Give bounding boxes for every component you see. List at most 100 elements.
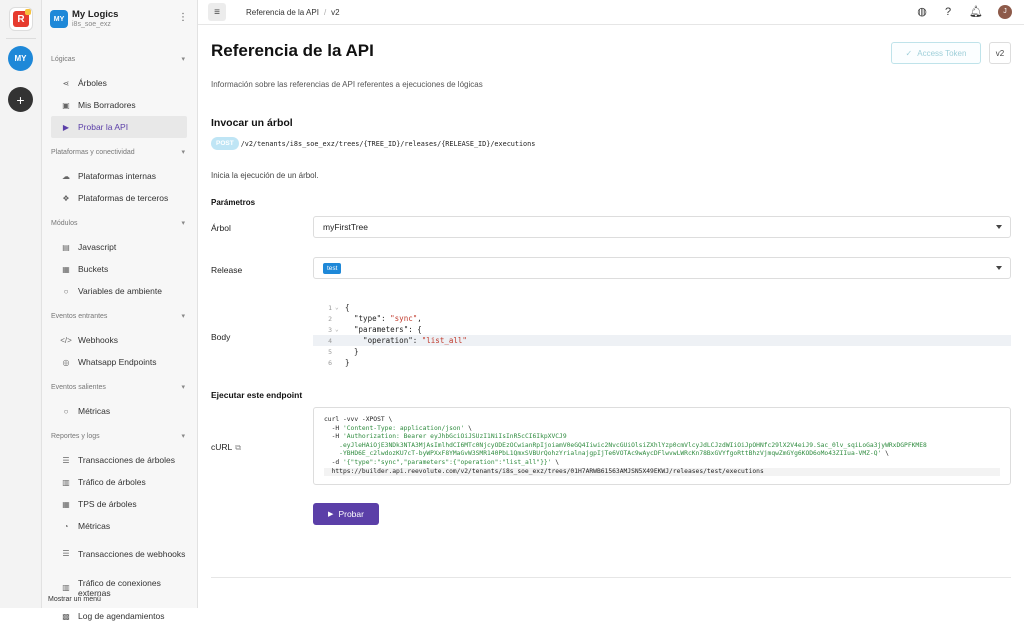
sidebar-item[interactable]: ◎ Whatsapp Endpoints [51,351,187,373]
sidebar-item-label: Mis Borradores [78,100,136,110]
sidebar-item[interactable]: ☰ Transacciones de webhooks [51,537,187,571]
line-number: 3 [328,325,332,334]
image-icon: ▣ [62,100,70,110]
curl-token: https://builder.api.reevolute.com/v2/ten… [324,467,764,475]
user-avatar[interactable]: J [998,5,1012,19]
app-logo[interactable]: R [9,7,33,31]
release-select[interactable]: test [313,257,1011,279]
chart-icon: ▥ [62,583,70,592]
sidebar-item[interactable]: ▣ Mis Borradores [51,94,187,116]
sidebar-section-header[interactable]: Módulos ▾ [42,214,198,236]
help-icon[interactable]: ? [941,5,955,19]
sidebar-item[interactable]: ▦ Buckets [51,258,187,280]
sidebar-item[interactable]: ☰ Transacciones de árboles [51,449,187,471]
tree-select[interactable]: myFirstTree [313,216,1011,238]
curl-string: 'Content-Type: application/json' [342,424,465,432]
curl-token: \ [881,450,889,458]
page-description: Información sobre las referencias de API… [211,80,483,89]
line-number: 2 [328,314,332,323]
code-line: 2 "type": "sync", [313,313,1011,324]
code-token: , [417,314,422,323]
sidebar-item-label: Javascript [78,242,117,252]
sidebar-item[interactable]: ▤ Javascript [51,236,187,258]
curl-token: -d [324,458,343,466]
release-tag: test [323,262,342,274]
fold-icon[interactable]: ⌄ [335,304,345,311]
code-string: "sync" [390,314,418,323]
sidebar-item[interactable]: ○ Variables de ambiente [51,280,187,302]
sidebar-item[interactable]: ▥ Tráfico de árboles [51,471,187,493]
code-line: 6} [313,357,1011,368]
cloud-icon: ☁ [62,171,70,181]
sidebar-item[interactable]: ❖ Plataformas de terceros [51,187,187,209]
kebab-menu-icon[interactable]: ⋮ [178,12,188,23]
sidebar-item-label: Transacciones de webhooks [78,549,186,559]
add-workspace-button[interactable]: + [8,87,33,112]
chevron-down-icon: ▾ [181,313,185,320]
sidebar-item[interactable]: ▶ Probar la API [51,116,187,138]
curl-label-group: cURL ⧉ [211,442,241,453]
line-number: 6 [328,358,332,367]
sidebar-section-header[interactable]: Reportes y logs ▾ [42,427,198,449]
line-number: 1 [328,303,332,312]
code-line: 4 "operation": "list_all" [313,335,1011,346]
sidebar-nav: Lógicas ▾ ⋖ Árboles ▣ Mis Borradores ▶ Probar l… [42,50,198,632]
sidebar-section-title: Módulos [51,220,78,227]
support-headset-icon[interactable]: ◍ [915,5,929,19]
code-token: { [345,303,350,312]
sidebar-section-header[interactable]: Eventos entrantes ▾ [42,307,198,329]
workspace-avatar[interactable]: MY [8,46,33,71]
copy-icon[interactable]: ⧉ [235,443,241,452]
sidebar-item[interactable]: ○ Métricas [51,400,187,422]
sidebar-section-title: Lógicas [51,56,76,63]
sidebar-item[interactable]: ◔ Métricas [51,515,187,537]
code-text: } [345,347,359,356]
code-text: "operation": "list_all" [345,336,467,345]
code-text: } [345,358,350,367]
sidebar-item[interactable]: ▦ TPS de árboles [51,493,187,515]
file-icon: ▤ [62,242,70,252]
sidebar-item-label: TPS de árboles [78,499,137,509]
sidebar: MY My Logics i8s_soe_exz ⋮ Lógicas ▾ ⋖ Árbo… [42,0,198,621]
breadcrumb-item-version: v2 [331,8,340,17]
sidebar-item[interactable]: ▩ Log de agendamientos [51,605,187,627]
execute-endpoint-title: Ejecutar este endpoint [211,390,303,400]
list-icon: ☰ [62,455,70,465]
release-label: Release [211,265,243,275]
sidebar-section-header[interactable]: Lógicas ▾ [42,50,198,72]
rail-divider [6,38,36,39]
project-name: My Logics [72,9,119,20]
sidebar-item[interactable]: </> Webhooks [51,329,187,351]
curl-token: curl -vvv -XPOST \ [324,416,393,423]
fold-icon[interactable]: ⌄ [335,326,345,333]
sidebar-item-label: Buckets [78,264,109,274]
sidebar-item[interactable]: ⋖ Árboles [51,72,187,94]
project-switcher[interactable]: MY My Logics i8s_soe_exz ⋮ [50,9,190,31]
menu-toggle-button[interactable]: ≡ [208,3,226,21]
access-token-button[interactable]: ✓ Access Token [891,42,981,64]
version-button[interactable]: v2 [989,42,1011,64]
line-number: 5 [328,347,332,356]
tree-label: Árbol [211,223,231,233]
run-button[interactable]: ▶ Probar [313,503,379,525]
check-icon: ✓ [905,48,913,58]
app-rail: R MY + [0,0,42,608]
sidebar-item-label: Transacciones de árboles [78,455,176,465]
curl-line: -H 'Content-Type: application/json' \ [324,425,1000,434]
breadcrumb: Referencia de la API / v2 [246,8,340,17]
play-icon: ▶ [328,511,334,518]
sidebar-section-header[interactable]: Plataformas y conectividad ▾ [42,143,198,165]
table-icon: ▦ [62,499,70,509]
notification-bell-icon[interactable]: 🔔︎ [969,5,983,19]
code-line: 5 } [313,346,1011,357]
caret-down-icon [996,266,1002,270]
endpoint-path: /v2/tenants/i8s_soe_exz/trees/{TREE_ID}/… [240,139,536,148]
curl-token: -H [324,424,343,432]
breadcrumb-item-api-reference[interactable]: Referencia de la API [246,8,319,17]
access-token-label: Access Token [917,48,967,58]
curl-command-box[interactable]: curl -vvv -XPOST \ -H 'Content-Type: app… [313,407,1011,485]
body-code-editor[interactable]: 1 ⌄{2 "type": "sync", 3 ⌄ "parameters": {4 … [313,302,1011,374]
sidebar-item[interactable]: ☁ Plataformas internas [51,165,187,187]
chevron-down-icon: ▾ [181,149,185,156]
sidebar-section-header[interactable]: Eventos salientes ▾ [42,378,198,400]
